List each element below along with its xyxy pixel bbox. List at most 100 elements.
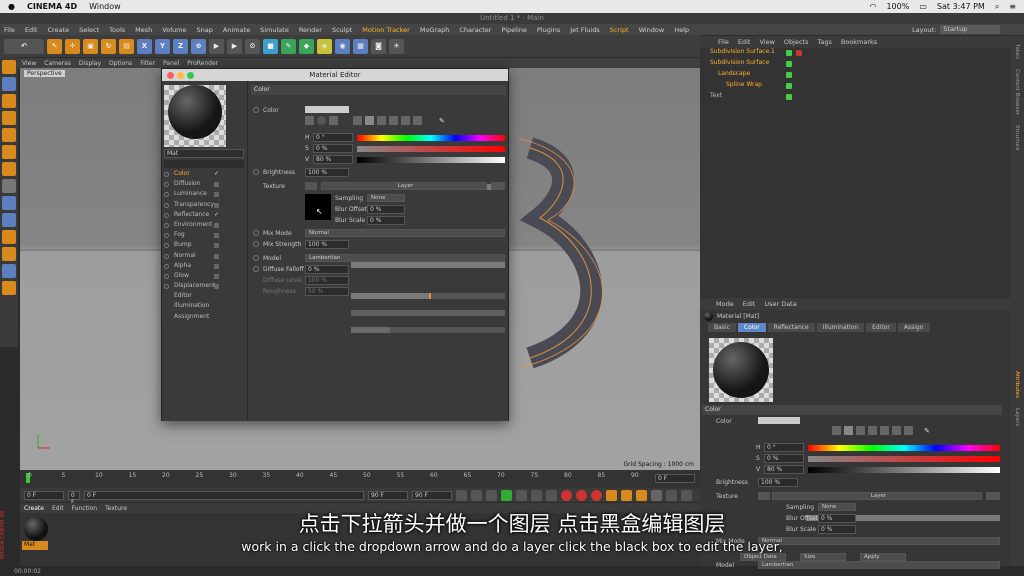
current-frame-field[interactable]: 0 F [24, 490, 64, 500]
me-mix-mode-radio[interactable] [253, 230, 259, 236]
channel-color[interactable]: ✓ Color [162, 170, 247, 180]
record-icon[interactable] [561, 489, 572, 501]
apple-icon[interactable]: ● [8, 2, 15, 11]
me-saturation-slider[interactable] [357, 146, 505, 152]
end-frame-field[interactable]: 90 F [412, 490, 452, 500]
me-texture-preview-black-box[interactable]: ↖ [305, 194, 331, 220]
channel-reflectance[interactable]: ✓ Reflectance [162, 211, 247, 221]
me-mix-strength-field[interactable]: 100 % [305, 240, 349, 249]
object-visibility-check[interactable] [786, 61, 792, 67]
pen-icon[interactable]: ✎ [281, 38, 296, 54]
x-axis-icon[interactable]: X [137, 38, 152, 54]
me-texture-more-button[interactable] [491, 182, 505, 190]
menu-item-animate[interactable]: Animate [223, 26, 250, 34]
channel-luminance[interactable]: Luminance [162, 190, 247, 200]
viewport-menu-panel[interactable]: Panel [163, 60, 179, 67]
material-editor-titlebar[interactable]: Material Editor [162, 69, 508, 81]
me-blur-offset-field[interactable]: 0 % [367, 205, 405, 214]
me-model-radio[interactable] [253, 255, 259, 261]
object-row[interactable]: Subdivision Surface [700, 59, 1010, 70]
menu-item-mograph[interactable]: MoGraph [420, 26, 450, 34]
menu-item-motion-tracker[interactable]: Motion Tracker [362, 26, 410, 34]
viewport-menu-prorender[interactable]: ProRender [187, 60, 218, 67]
y-axis-icon[interactable]: Y [155, 38, 170, 54]
channel-normal[interactable]: Normal [162, 252, 247, 262]
render-to-picture-viewer-icon[interactable]: ▶ [227, 38, 242, 54]
go-to-start-icon[interactable] [456, 489, 467, 501]
me-diffuse-falloff-field[interactable]: 0 % [305, 265, 349, 274]
menu-list-icon[interactable]: ≡ [1009, 2, 1016, 11]
object-row[interactable]: Landscape [700, 70, 1010, 81]
light-icon[interactable]: ☀ [389, 38, 404, 54]
workplane-lock-icon[interactable] [2, 230, 16, 244]
channel-checkbox[interactable] [214, 202, 219, 208]
me-kelvin-icon[interactable] [377, 116, 386, 125]
recent-tools-icon[interactable]: ▤ [119, 38, 134, 54]
attribute-tab-basic[interactable]: Basic [708, 323, 736, 332]
channel-radio[interactable] [164, 172, 169, 177]
attribute-tab-assign[interactable]: Assign [897, 323, 930, 332]
menu-item-sculpt[interactable]: Sculpt [332, 26, 352, 34]
rotate-icon[interactable]: ↻ [101, 38, 116, 54]
object-menu-edit[interactable]: Edit [738, 38, 751, 46]
attr-rgb-icon[interactable] [868, 426, 877, 435]
me-mixer-icon[interactable] [389, 116, 398, 125]
channel-checkbox[interactable] [214, 233, 219, 239]
model-mode-icon[interactable] [2, 77, 16, 91]
scale-icon[interactable]: ▣ [83, 38, 98, 54]
channel-radio[interactable] [164, 284, 169, 290]
viewport-menu-cameras[interactable]: Cameras [44, 60, 71, 67]
attribute-menu-user-data[interactable]: User Data [764, 300, 796, 308]
channel-editor[interactable]: Editor [162, 292, 247, 302]
object-menu-objects[interactable]: Objects [784, 38, 809, 46]
range-start-field[interactable]: 0 F [84, 490, 364, 500]
menu-item-volume[interactable]: Volume [162, 26, 186, 34]
menu-item-character[interactable]: Character [459, 26, 491, 34]
channel-radio[interactable] [164, 233, 169, 239]
channel-checkbox[interactable] [214, 192, 219, 198]
menu-item-snap[interactable]: Snap [196, 26, 212, 34]
channel-alpha[interactable]: Alpha [162, 262, 247, 272]
me-sampling-dropdown[interactable]: None [367, 194, 405, 202]
polygons-mode-icon[interactable] [2, 162, 16, 176]
me-spectrum-icon[interactable] [401, 116, 410, 125]
attr-color-swatch[interactable] [758, 417, 800, 424]
channel-radio[interactable] [164, 182, 169, 188]
me-brightness-field[interactable]: 100 % [305, 168, 349, 177]
viewport-menu-options[interactable]: Options [109, 60, 132, 67]
go-to-end-icon[interactable] [546, 489, 557, 501]
viewport-menu-filter[interactable]: Filter [140, 60, 155, 67]
keyframe-selection-icon[interactable] [591, 489, 602, 501]
snap-icon[interactable] [2, 213, 16, 227]
position-key-icon[interactable] [606, 489, 617, 501]
channel-illumination[interactable]: Illumination [162, 302, 247, 312]
live-selection-icon[interactable]: ↖ [47, 38, 62, 54]
mac-menu-window[interactable]: Window [89, 2, 121, 11]
channel-glow[interactable]: Glow [162, 272, 247, 282]
deformer-icon[interactable]: ◉ [335, 38, 350, 54]
timeline-settings-icon[interactable] [681, 489, 692, 501]
me-diffuse-level-field[interactable]: 100 % [305, 276, 349, 285]
channel-radio[interactable] [164, 192, 169, 198]
scale-key-icon[interactable] [621, 489, 632, 501]
menu-item-help[interactable]: Help [674, 26, 689, 34]
attr-object-button[interactable]: Object Data [740, 553, 786, 561]
object-row[interactable]: Text [700, 92, 1010, 103]
render-settings-icon[interactable]: ⚙ [245, 38, 260, 54]
attr-s-field[interactable]: 0 % [764, 454, 804, 463]
object-menu-bookmarks[interactable]: Bookmarks [841, 38, 877, 46]
menu-item-pipeline[interactable]: Pipeline [501, 26, 526, 34]
side-tab-structure[interactable]: Structure [1014, 125, 1020, 151]
channel-checkbox[interactable] [214, 182, 219, 188]
attr-color-picture-icon[interactable] [856, 426, 865, 435]
side-tab-content-browser[interactable]: Content Browser [1014, 69, 1020, 115]
attribute-menu-edit[interactable]: Edit [743, 300, 756, 308]
object-row[interactable]: Subdivision Surface.1 [700, 48, 1010, 59]
channel-checkbox[interactable] [214, 263, 219, 269]
me-diffuse-falloff-radio[interactable] [253, 266, 259, 272]
side-tab-attributes[interactable]: Attributes [1014, 371, 1020, 398]
parameter-key-icon[interactable] [651, 489, 662, 501]
me-layer-button[interactable]: Layer [321, 182, 487, 190]
menu-item-file[interactable]: File [4, 26, 15, 34]
channel-radio[interactable] [164, 222, 169, 228]
